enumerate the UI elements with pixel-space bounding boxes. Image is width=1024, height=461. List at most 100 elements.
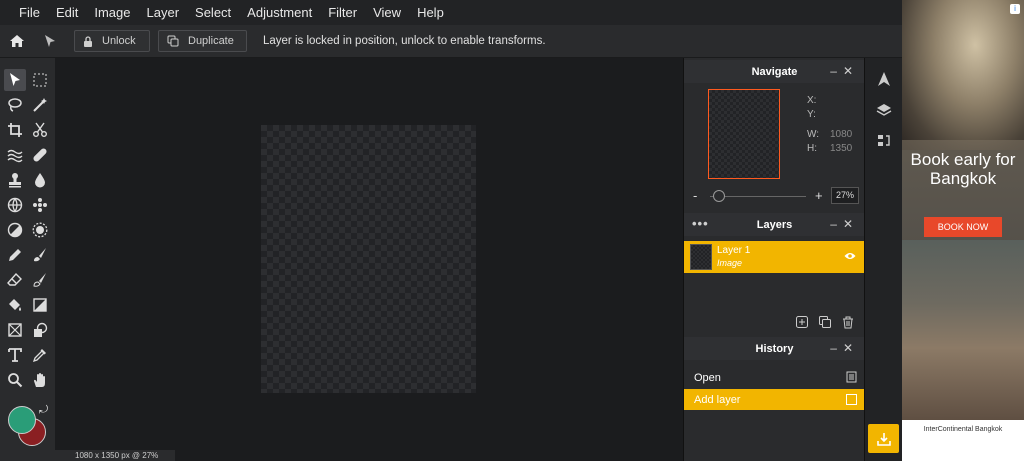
eraser-tool[interactable] bbox=[4, 269, 26, 291]
layer-item[interactable]: Layer 1 Image bbox=[684, 241, 865, 273]
color-replace-tool[interactable] bbox=[29, 219, 51, 241]
lasso-icon bbox=[8, 98, 22, 112]
zoom-tool[interactable] bbox=[4, 369, 26, 391]
hand-tool[interactable] bbox=[29, 369, 51, 391]
wave-icon bbox=[7, 149, 23, 163]
duplicate-button[interactable]: Duplicate bbox=[158, 30, 247, 52]
ad-image-chandelier bbox=[902, 0, 1024, 150]
heal-tool[interactable] bbox=[29, 144, 51, 166]
pencil-icon bbox=[9, 249, 21, 261]
eyedropper-tool[interactable] bbox=[29, 344, 51, 366]
magic-wand-tool[interactable] bbox=[29, 94, 51, 116]
menu-bar: File Edit Image Layer Select Adjustment … bbox=[0, 0, 902, 25]
menu-layer[interactable]: Layer bbox=[147, 5, 180, 20]
lock-icon bbox=[84, 35, 92, 47]
history-icon[interactable] bbox=[876, 133, 892, 149]
menu-help[interactable]: Help bbox=[417, 5, 444, 20]
download-button[interactable] bbox=[868, 424, 899, 453]
layers-title: Layers bbox=[756, 218, 793, 231]
lock-message: Layer is locked in position, unlock to e… bbox=[263, 35, 546, 47]
blur-tool[interactable] bbox=[29, 169, 51, 191]
ad-book-now-button[interactable]: BOOK NOW bbox=[924, 217, 1002, 237]
move-tool[interactable] bbox=[4, 69, 26, 91]
swap-colors-icon[interactable]: ⤾ bbox=[39, 404, 48, 417]
nav-w-label: W: bbox=[807, 129, 820, 140]
layers-icon[interactable] bbox=[876, 102, 892, 118]
zoom-input[interactable]: 27% bbox=[831, 187, 859, 204]
unlock-button[interactable]: Unlock bbox=[74, 30, 150, 52]
navigate-panel-header: Navigate –✕ bbox=[684, 60, 865, 83]
lasso-tool[interactable] bbox=[4, 94, 26, 116]
sun-icon bbox=[32, 222, 48, 238]
menu-file[interactable]: File bbox=[19, 5, 40, 20]
color-brush-tool[interactable] bbox=[29, 269, 51, 291]
marquee-tool[interactable] bbox=[29, 69, 51, 91]
navigator-thumbnail[interactable] bbox=[708, 89, 780, 179]
crop-icon bbox=[8, 123, 22, 137]
panel-controls[interactable]: –✕ bbox=[830, 64, 859, 78]
panel-controls[interactable]: –✕ bbox=[830, 217, 859, 231]
zoom-in-button[interactable]: + bbox=[815, 188, 823, 203]
menu-filter[interactable]: Filter bbox=[328, 5, 357, 20]
color-swatches: ⤾ bbox=[8, 402, 52, 450]
unlock-label: Unlock bbox=[102, 35, 136, 47]
image-canvas[interactable] bbox=[261, 125, 476, 393]
bandage-icon bbox=[33, 148, 47, 162]
move-tool-indicator[interactable] bbox=[42, 33, 58, 49]
options-bar: Unlock Duplicate Layer is locked in posi… bbox=[0, 25, 902, 58]
history-item[interactable]: Add layer bbox=[684, 389, 865, 410]
menu-view[interactable]: View bbox=[373, 5, 401, 20]
menu-select[interactable]: Select bbox=[195, 5, 231, 20]
crop-tool[interactable] bbox=[4, 119, 26, 141]
duplicate-icon bbox=[167, 35, 179, 47]
history-title: History bbox=[755, 342, 794, 355]
shape-tool[interactable] bbox=[4, 319, 26, 341]
menu-adjustment[interactable]: Adjustment bbox=[247, 5, 312, 20]
tool-panel: ⤾ bbox=[0, 58, 55, 461]
cut-tool[interactable] bbox=[29, 119, 51, 141]
duplicate-layer-icon[interactable] bbox=[819, 316, 831, 328]
gradient-icon bbox=[33, 298, 47, 312]
clone-tool[interactable] bbox=[4, 169, 26, 191]
history-item-label: Open bbox=[694, 371, 721, 384]
eyedropper-icon bbox=[32, 349, 46, 363]
ad-info-icon[interactable]: i bbox=[1010, 4, 1020, 14]
advertisement[interactable]: Book early for Bangkok BOOK NOW InterCon… bbox=[902, 0, 1024, 461]
panel-controls[interactable]: –✕ bbox=[830, 341, 859, 355]
fill-tool[interactable] bbox=[4, 294, 26, 316]
foreground-color-swatch[interactable] bbox=[8, 406, 36, 434]
history-item[interactable]: Open bbox=[684, 367, 865, 388]
text-tool[interactable] bbox=[4, 344, 26, 366]
liquify-tool[interactable] bbox=[4, 144, 26, 166]
layer-square-icon bbox=[846, 394, 857, 405]
home-button[interactable] bbox=[9, 33, 25, 49]
navigator-icon[interactable] bbox=[876, 71, 892, 87]
contrast-tool[interactable] bbox=[4, 219, 26, 241]
pointer-icon bbox=[10, 73, 20, 86]
nav-w-value: 1080 bbox=[830, 129, 853, 140]
history-item-label: Add layer bbox=[694, 393, 741, 406]
shapes-icon bbox=[34, 322, 48, 337]
more-options-icon[interactable]: ••• bbox=[692, 216, 709, 231]
side-panels: Navigate –✕ X: Y: W: 1080 H: 1350 - + 27… bbox=[683, 58, 865, 461]
pencil-tool[interactable] bbox=[4, 244, 26, 266]
dots-icon bbox=[33, 198, 47, 212]
download-icon bbox=[876, 432, 891, 446]
menu-edit[interactable]: Edit bbox=[56, 5, 78, 20]
gradient-tool[interactable] bbox=[29, 294, 51, 316]
menu-image[interactable]: Image bbox=[94, 5, 130, 20]
duplicate-label: Duplicate bbox=[188, 35, 234, 47]
dodge-burn-tool[interactable] bbox=[29, 194, 51, 216]
sponge-tool[interactable] bbox=[4, 194, 26, 216]
add-layer-icon[interactable] bbox=[796, 316, 808, 328]
zoom-slider-handle[interactable] bbox=[713, 190, 725, 202]
zoom-out-button[interactable]: - bbox=[693, 188, 697, 203]
custom-shape-tool[interactable] bbox=[29, 319, 51, 341]
magic-wand-icon bbox=[33, 98, 47, 112]
magnifier-icon bbox=[8, 373, 23, 388]
trash-icon[interactable] bbox=[842, 316, 854, 329]
document-icon bbox=[846, 371, 857, 383]
brush-tool[interactable] bbox=[29, 244, 51, 266]
eye-icon[interactable] bbox=[844, 251, 856, 261]
layer-type: Image bbox=[717, 258, 743, 268]
